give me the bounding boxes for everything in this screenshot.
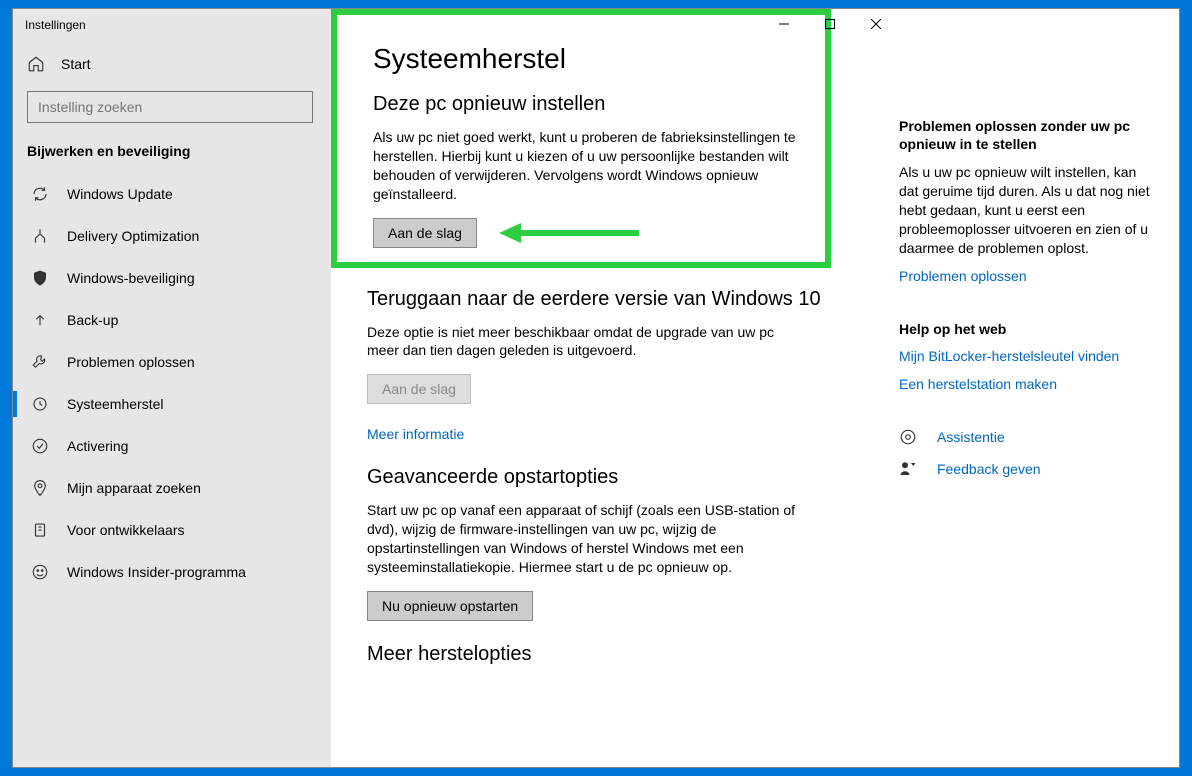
right-troubleshoot-body: Als u uw pc opnieuw wilt instellen, kan … bbox=[899, 163, 1155, 257]
reset-description: Als uw pc niet goed werkt, kunt u prober… bbox=[373, 128, 813, 204]
bitlocker-link[interactable]: Mijn BitLocker-herstelsleutel vinden bbox=[899, 348, 1119, 364]
reset-heading: Deze pc opnieuw instellen bbox=[373, 93, 825, 116]
sidebar-item-label: Systeemherstel bbox=[67, 396, 163, 412]
sidebar-item-insider[interactable]: Windows Insider-programma bbox=[13, 551, 331, 593]
search-input[interactable] bbox=[27, 91, 313, 123]
find-device-icon bbox=[31, 479, 49, 497]
troubleshoot-icon bbox=[31, 353, 49, 371]
right-web-heading: Help op het web bbox=[899, 320, 1155, 338]
right-troubleshoot-heading: Problemen oplossen zonder uw pc opnieuw … bbox=[899, 117, 1155, 153]
more-recovery-heading: Meer herstelopties bbox=[367, 643, 879, 666]
home-icon bbox=[27, 55, 45, 73]
sidebar-home-label: Start bbox=[61, 56, 91, 72]
feedback-icon bbox=[899, 460, 917, 478]
page-title: Systeemherstel bbox=[373, 43, 825, 75]
sidebar-item-backup[interactable]: Back-up bbox=[13, 299, 331, 341]
backup-icon bbox=[31, 311, 49, 329]
goback-button: Aan de slag bbox=[367, 374, 471, 404]
sidebar-item-label: Back-up bbox=[67, 312, 118, 328]
sidebar-item-label: Voor ontwikkelaars bbox=[67, 522, 185, 538]
sidebar-item-find-device[interactable]: Mijn apparaat zoeken bbox=[13, 467, 331, 509]
recovery-drive-link[interactable]: Een herstelstation maken bbox=[899, 376, 1057, 392]
close-button[interactable] bbox=[853, 9, 899, 39]
activation-icon bbox=[31, 437, 49, 455]
restart-now-button[interactable]: Nu opnieuw opstarten bbox=[367, 591, 533, 621]
sidebar-item-windows-update[interactable]: Windows Update bbox=[13, 173, 331, 215]
window-title: Instellingen bbox=[13, 9, 331, 41]
developer-icon bbox=[31, 521, 49, 539]
advanced-heading: Geavanceerde opstartopties bbox=[367, 466, 879, 489]
sidebar-item-label: Activering bbox=[67, 438, 128, 454]
goback-heading: Teruggaan naar de eerdere versie van Win… bbox=[367, 288, 879, 311]
assist-icon bbox=[899, 428, 917, 446]
maximize-button[interactable] bbox=[807, 9, 853, 39]
annotation-arrow-icon bbox=[499, 221, 639, 245]
sidebar-item-troubleshoot[interactable]: Problemen oplossen bbox=[13, 341, 331, 383]
right-troubleshoot-link[interactable]: Problemen oplossen bbox=[899, 268, 1027, 284]
sidebar-section-title: Bijwerken en beveiliging bbox=[13, 137, 331, 173]
minimize-button[interactable] bbox=[761, 9, 807, 39]
more-info-link[interactable]: Meer informatie bbox=[367, 426, 464, 442]
sidebar-item-label: Windows-beveiliging bbox=[67, 270, 195, 286]
sidebar-home[interactable]: Start bbox=[13, 41, 331, 87]
delivery-icon bbox=[31, 227, 49, 245]
advanced-description: Start uw pc op vanaf een apparaat of sch… bbox=[367, 501, 807, 577]
sidebar-item-label: Windows Update bbox=[67, 186, 173, 202]
get-help-link[interactable]: Assistentie bbox=[937, 429, 1005, 445]
sidebar-item-label: Delivery Optimization bbox=[67, 228, 199, 244]
sidebar-item-windows-security[interactable]: Windows-beveiliging bbox=[13, 257, 331, 299]
sync-icon bbox=[31, 185, 49, 203]
sidebar-item-label: Windows Insider-programma bbox=[67, 564, 246, 580]
sidebar-item-delivery-optimization[interactable]: Delivery Optimization bbox=[13, 215, 331, 257]
insider-icon bbox=[31, 563, 49, 581]
sidebar-item-label: Problemen oplossen bbox=[67, 354, 195, 370]
recovery-icon bbox=[31, 395, 49, 413]
sidebar-item-recovery[interactable]: Systeemherstel bbox=[13, 383, 331, 425]
sidebar-item-developers[interactable]: Voor ontwikkelaars bbox=[13, 509, 331, 551]
goback-description: Deze optie is niet meer beschikbaar omda… bbox=[367, 323, 807, 361]
sidebar-item-activation[interactable]: Activering bbox=[13, 425, 331, 467]
feedback-link[interactable]: Feedback geven bbox=[937, 461, 1041, 477]
shield-icon bbox=[31, 269, 49, 287]
reset-get-started-button[interactable]: Aan de slag bbox=[373, 218, 477, 248]
annotation-highlight: Systeemherstel Deze pc opnieuw instellen… bbox=[331, 9, 831, 268]
sidebar-item-label: Mijn apparaat zoeken bbox=[67, 480, 201, 496]
